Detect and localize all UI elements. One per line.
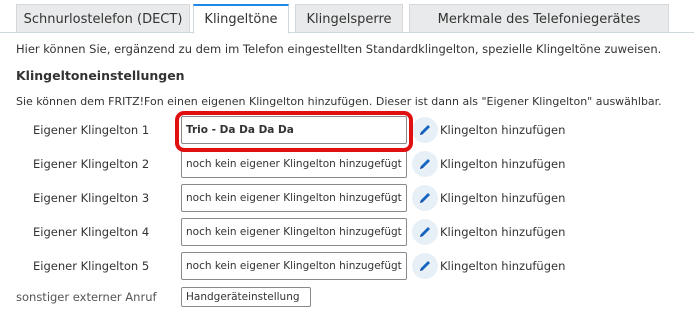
section-description: Sie können dem FRITZ!Fon einen eigenen K…	[16, 95, 662, 108]
section-title: Klingeltoneinstellungen	[16, 68, 185, 83]
ringtone-label: Eigener Klingelton 3	[33, 191, 150, 205]
edit-ringtone-4-button[interactable]	[412, 219, 438, 245]
pencil-icon	[420, 159, 430, 169]
external-call-label: sonstiger externer Anruf	[16, 290, 157, 304]
ringtone-row-5: Eigener Klingelton 5 noch kein eigener K…	[0, 252, 694, 280]
pencil-icon	[420, 125, 430, 135]
ringtone-field-5[interactable]: noch kein eigener Klingelton hinzugefügt	[181, 252, 407, 280]
ringtone-field-2[interactable]: noch kein eigener Klingelton hinzugefügt	[181, 150, 407, 178]
tab-schnurlostelefon[interactable]: Schnurlostelefon (DECT)	[16, 4, 190, 33]
tab-klingelsperre[interactable]: Klingelsperre	[295, 4, 403, 33]
ringtone-row-4: Eigener Klingelton 4 noch kein eigener K…	[0, 218, 694, 246]
edit-ringtone-3-button[interactable]	[412, 185, 438, 211]
ringtone-label: Eigener Klingelton 1	[33, 123, 150, 137]
add-ringtone-link[interactable]: Klingelton hinzufügen	[440, 225, 565, 239]
pencil-icon	[420, 261, 430, 271]
ringtone-field-3[interactable]: noch kein eigener Klingelton hinzugefügt	[181, 184, 407, 212]
tab-klingeltoene[interactable]: Klingeltöne	[193, 4, 289, 34]
ringtone-row-3: Eigener Klingelton 3 noch kein eigener K…	[0, 184, 694, 212]
add-ringtone-link[interactable]: Klingelton hinzufügen	[440, 191, 565, 205]
pencil-icon	[420, 227, 430, 237]
add-ringtone-link[interactable]: Klingelton hinzufügen	[440, 259, 565, 273]
ringtone-label: Eigener Klingelton 5	[33, 259, 150, 273]
add-ringtone-link[interactable]: Klingelton hinzufügen	[440, 157, 565, 171]
intro-text: Hier können Sie, ergänzend zu dem im Tel…	[16, 42, 662, 56]
tab-divider	[0, 32, 694, 33]
edit-ringtone-1-button[interactable]	[412, 117, 438, 143]
edit-ringtone-2-button[interactable]	[412, 151, 438, 177]
edit-ringtone-5-button[interactable]	[412, 253, 438, 279]
external-call-row: sonstiger externer Anruf Handgeräteinste…	[0, 287, 694, 315]
tab-merkmale[interactable]: Merkmale des Telefoniegerätes	[409, 4, 669, 33]
pencil-icon	[420, 193, 430, 203]
add-ringtone-link[interactable]: Klingelton hinzufügen	[440, 123, 565, 137]
ringtone-field-4[interactable]: noch kein eigener Klingelton hinzugefügt	[181, 218, 407, 246]
external-call-select[interactable]: Handgeräteinstellung	[181, 287, 311, 307]
ringtone-row-1: Eigener Klingelton 1 Trio - Da Da Da Da …	[0, 116, 694, 144]
ringtone-row-2: Eigener Klingelton 2 noch kein eigener K…	[0, 150, 694, 178]
ringtone-field-1[interactable]: Trio - Da Da Da Da	[181, 116, 407, 144]
ringtone-label: Eigener Klingelton 2	[33, 157, 150, 171]
tab-bar: Schnurlostelefon (DECT) Klingeltöne Klin…	[0, 0, 694, 34]
ringtone-label: Eigener Klingelton 4	[33, 225, 150, 239]
